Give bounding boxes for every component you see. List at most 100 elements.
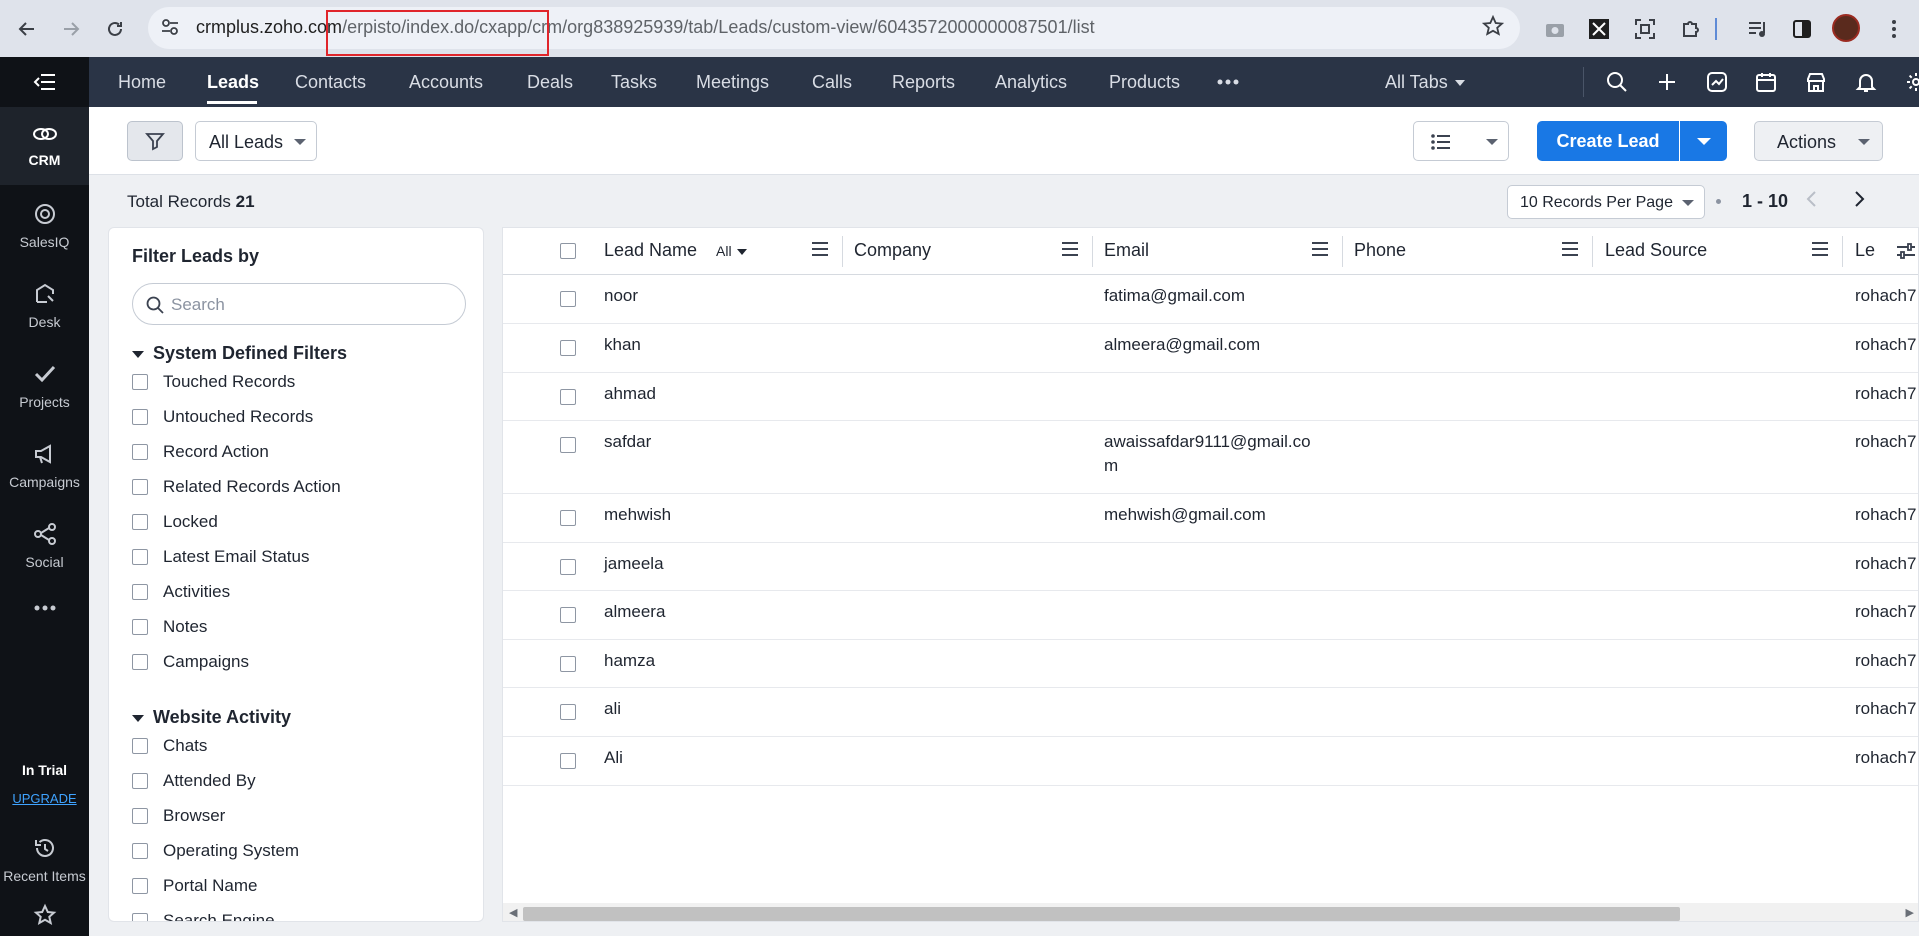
extensions-puzzle-icon[interactable] [1677,15,1705,43]
rail-item-desk[interactable]: Desk [0,267,89,345]
browser-menu-icon[interactable] [1880,15,1908,43]
lead-name-cell[interactable]: jameela [604,554,664,574]
lead-name-cell[interactable]: khan [604,335,641,355]
tab-deals[interactable]: Deals [527,72,573,93]
bookmark-star-icon[interactable] [1481,14,1505,42]
row-checkbox[interactable] [560,291,576,307]
rail-item-salesiq[interactable]: SalesIQ [0,187,89,265]
camera-icon[interactable] [1541,15,1569,43]
table-row[interactable]: mehwish mehwish@gmail.com rohach7 [503,494,1918,543]
email-cell[interactable]: almeera@gmail.com [1104,333,1314,357]
row-checkbox[interactable] [560,510,576,526]
tab-calls[interactable]: Calls [812,72,852,93]
system-filters-section[interactable]: System Defined Filters [132,343,347,364]
lead-name-cell[interactable]: ahmad [604,384,656,404]
lead-name-cell[interactable]: ali [604,699,621,719]
filter-option[interactable]: Operating System [132,841,299,861]
signals-icon[interactable] [1704,69,1730,95]
checkbox[interactable] [132,409,148,425]
column-menu-icon[interactable] [1562,242,1578,258]
checkbox[interactable] [132,514,148,530]
table-row[interactable]: ahmad rohach7 [503,373,1918,421]
column-menu-icon[interactable] [1812,242,1828,258]
scrollbar-thumb[interactable] [523,907,1680,921]
row-checkbox[interactable] [560,437,576,453]
calendar-icon[interactable] [1753,69,1779,95]
table-row[interactable]: khan almeera@gmail.com rohach7 [503,324,1918,373]
website-activity-section[interactable]: Website Activity [132,707,291,728]
filter-option[interactable]: Untouched Records [132,407,313,427]
all-tabs-dropdown[interactable]: All Tabs [1385,72,1465,93]
tab-tasks[interactable]: Tasks [611,72,657,93]
checkbox[interactable] [132,479,148,495]
extension-x-icon[interactable] [1585,15,1613,43]
filter-option[interactable]: Activities [132,582,230,602]
checkbox[interactable] [132,878,148,894]
filter-search-input[interactable]: Search [132,283,466,325]
filter-option[interactable]: Record Action [132,442,269,462]
tab-products[interactable]: Products [1109,72,1180,93]
checkbox[interactable] [132,584,148,600]
checkbox[interactable] [132,843,148,859]
tab-reports[interactable]: Reports [892,72,955,93]
column-header-email[interactable]: Email [1104,240,1149,261]
screenshot-icon[interactable] [1631,15,1659,43]
lead-name-cell[interactable]: mehwish [604,505,671,525]
table-row[interactable]: noor fatima@gmail.com rohach7 [503,275,1918,324]
add-icon[interactable] [1654,69,1680,95]
checkbox[interactable] [132,773,148,789]
column-header-company[interactable]: Company [854,240,931,261]
row-checkbox[interactable] [560,656,576,672]
filter-option[interactable]: Browser [132,806,225,826]
column-menu-icon[interactable] [1062,242,1078,258]
collapse-rail-icon[interactable] [0,57,89,107]
row-checkbox[interactable] [560,704,576,720]
rail-item-campaigns[interactable]: Campaigns [0,427,89,505]
back-icon[interactable] [12,14,42,44]
table-row[interactable]: jameela rohach7 [503,543,1918,591]
more-tabs-icon[interactable] [1215,69,1241,95]
media-controls-icon[interactable] [1744,15,1772,43]
browser-profile-avatar[interactable] [1832,14,1860,42]
checkbox[interactable] [132,913,148,921]
upgrade-link[interactable]: UPGRADE [0,791,89,806]
filter-option[interactable]: Search Engine [132,911,275,921]
rail-item-recent-items[interactable]: Recent Items [0,821,89,899]
custom-view-select[interactable]: All Leads [195,121,317,161]
row-checkbox[interactable] [560,607,576,623]
checkbox[interactable] [132,619,148,635]
row-checkbox[interactable] [560,753,576,769]
column-settings-icon[interactable] [1888,228,1918,274]
marketplace-icon[interactable] [1803,69,1829,95]
rail-item-crm[interactable]: CRM [0,107,89,185]
reload-icon[interactable] [100,14,130,44]
table-row[interactable]: hamza rohach7 [503,640,1918,688]
checkbox[interactable] [132,654,148,670]
email-cell[interactable]: fatima@gmail.com [1104,284,1314,308]
actions-button[interactable]: Actions [1754,121,1883,161]
more-apps-icon[interactable] [0,587,89,637]
lead-name-cell[interactable]: noor [604,286,638,306]
checkbox[interactable] [132,549,148,565]
site-info-icon[interactable] [160,17,180,42]
checkbox[interactable] [132,374,148,390]
forward-icon[interactable] [56,14,86,44]
filter-option[interactable]: Attended By [132,771,256,791]
scroll-left-icon[interactable]: ◀ [509,906,517,919]
search-icon[interactable] [1604,69,1630,95]
address-bar[interactable]: crmplus.zoho.com/erpisto/index.do/cxapp/… [148,7,1520,56]
tab-accounts[interactable]: Accounts [409,72,483,93]
email-cell[interactable]: awaissafdar9111@gmail.com [1104,430,1314,478]
scroll-right-icon[interactable]: ▶ [1906,906,1914,919]
side-panel-icon[interactable] [1788,15,1816,43]
column-header-phone[interactable]: Phone [1354,240,1406,261]
table-row[interactable]: ali rohach7 [503,688,1918,737]
filter-option[interactable]: Locked [132,512,218,532]
filter-option[interactable]: Chats [132,736,207,756]
previous-page-icon[interactable] [1804,189,1818,215]
table-row[interactable]: almeera rohach7 [503,591,1918,640]
filter-option[interactable]: Touched Records [132,372,295,392]
column-menu-icon[interactable] [1312,242,1328,258]
filter-option[interactable]: Latest Email Status [132,547,309,567]
row-checkbox[interactable] [560,340,576,356]
